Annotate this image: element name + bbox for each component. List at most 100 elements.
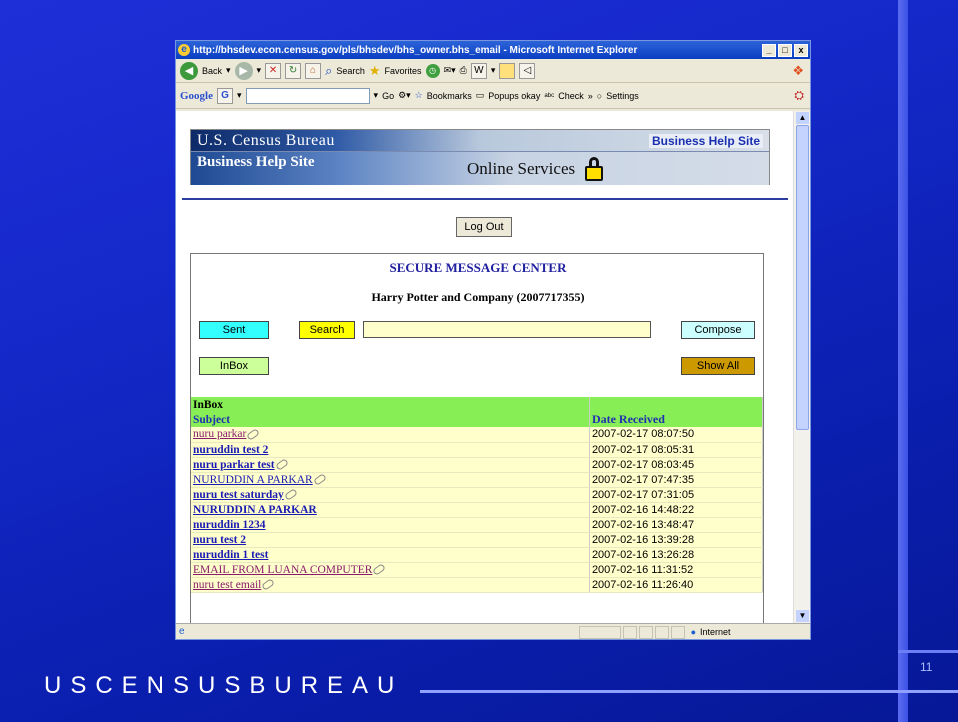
favorites-star-icon[interactable]: ★ xyxy=(369,63,381,79)
table-row[interactable]: EMAIL FROM LUANA COMPUTER 2007-02-16 11:3… xyxy=(191,562,764,578)
history-icon[interactable]: ◷ xyxy=(425,63,440,78)
paperclip-icon xyxy=(372,563,387,577)
print-icon[interactable]: ⎙ xyxy=(460,65,467,76)
message-subject-link[interactable]: nuruddin test 2 xyxy=(193,444,268,456)
google-options-icon[interactable]: ⚙▾ xyxy=(398,90,411,101)
message-subject-link[interactable]: NURUDDIN A PARKAR xyxy=(193,474,313,486)
browser-window: e http://bhsdev.econ.census.gov/pls/bhsd… xyxy=(175,40,811,640)
slide-page-number: 11 xyxy=(920,660,933,674)
google-g-menu[interactable]: G xyxy=(217,87,233,104)
table-row[interactable]: nuru test saturday 2007-02-17 07:31:05 xyxy=(191,487,764,503)
stop-icon[interactable]: ✕ xyxy=(265,62,282,79)
scroll-thumb[interactable] xyxy=(796,125,809,430)
spellcheck-icon: ᵃᵇᶜ xyxy=(544,90,555,101)
google-menu-dropdown-icon[interactable]: ▾ xyxy=(237,90,242,101)
search-button[interactable]: Search xyxy=(299,321,355,339)
message-date: 2007-02-17 07:47:35 xyxy=(589,472,764,488)
sent-button[interactable]: Sent xyxy=(199,321,269,339)
search-icon[interactable]: ⌕ xyxy=(325,63,332,79)
message-date: 2007-02-16 13:48:47 xyxy=(589,517,764,533)
back-arrow-icon[interactable]: ◀ xyxy=(180,61,198,80)
google-search-dropdown-icon[interactable]: ▾ xyxy=(374,90,379,101)
message-date: 2007-02-17 08:03:45 xyxy=(589,457,764,473)
folder-icon[interactable] xyxy=(499,62,516,79)
paperclip-icon xyxy=(246,428,261,441)
page-status-icon: e xyxy=(179,626,185,637)
table-row[interactable]: nuruddin 1234 2007-02-16 13:48:47 xyxy=(191,517,764,533)
compose-button[interactable]: Compose xyxy=(681,321,755,339)
secure-message-center: SECURE MESSAGE CENTER Harry Potter and C… xyxy=(190,253,764,623)
acrobat-icon[interactable]: ⛭ xyxy=(794,88,804,103)
maximize-button[interactable]: □ xyxy=(778,43,792,57)
google-go-button[interactable]: Go xyxy=(382,91,394,101)
message-subject-link[interactable]: EMAIL FROM LUANA COMPUTER xyxy=(193,564,372,576)
settings-radio-icon: ○ xyxy=(596,90,603,101)
refresh-icon[interactable]: ↻ xyxy=(285,62,302,79)
favorites-button[interactable]: Favorites xyxy=(385,66,422,76)
table-header-row: Subject Date Received xyxy=(191,412,764,427)
table-row[interactable]: NURUDDIN A PARKAR 2007-02-16 14:48:22 xyxy=(191,502,764,518)
vertical-scrollbar[interactable]: ▲ ▼ xyxy=(793,111,810,623)
mail-icon[interactable]: ✉▾ xyxy=(444,65,456,76)
word-icon[interactable]: W xyxy=(470,62,487,79)
lock-icon xyxy=(585,156,604,181)
logout-button[interactable]: Log Out xyxy=(456,217,512,237)
message-date: 2007-02-17 07:31:05 xyxy=(589,487,764,503)
table-row[interactable]: nuruddin test 2 2007-02-17 08:05:31 xyxy=(191,442,764,458)
inbox-section-row: InBox xyxy=(191,397,764,412)
table-row[interactable]: nuruddin 1 test 2007-02-16 13:26:28 xyxy=(191,547,764,563)
slide-decor-horizontal-line xyxy=(420,690,958,693)
edit-dropdown-icon[interactable]: ▾ xyxy=(491,65,496,76)
window-title: http://bhsdev.econ.census.gov/pls/bhsdev… xyxy=(193,44,638,56)
table-row[interactable]: nuru parkar 2007-02-17 08:07:50 xyxy=(191,427,764,443)
table-row[interactable]: nuru test email 2007-02-16 11:26:40 xyxy=(191,577,764,593)
popups-button[interactable]: Popups okay xyxy=(488,91,540,101)
message-subject-link[interactable]: nuruddin 1 test xyxy=(193,549,268,561)
more-button[interactable]: » xyxy=(588,91,593,101)
show-all-button[interactable]: Show All xyxy=(681,357,755,375)
subject-column-header: Subject xyxy=(191,412,590,427)
google-search-input[interactable] xyxy=(245,87,370,104)
message-subject-link[interactable]: nuru parkar test xyxy=(193,459,275,471)
windows-logo-icon: ❖ xyxy=(792,62,804,78)
forward-dropdown-icon[interactable]: ▾ xyxy=(257,65,262,76)
message-search-input[interactable] xyxy=(363,321,651,338)
inbox-section-label: InBox xyxy=(191,397,590,412)
bookmarks-button[interactable]: Bookmarks xyxy=(427,91,472,101)
check-button[interactable]: Check xyxy=(558,91,584,101)
back-button[interactable]: Back xyxy=(202,66,222,76)
message-subject-link[interactable]: nuru test email xyxy=(193,579,261,591)
minimize-button[interactable]: _ xyxy=(762,43,776,57)
message-subject-link[interactable]: nuru test saturday xyxy=(193,489,284,501)
back-dropdown-icon[interactable]: ▾ xyxy=(226,65,231,76)
globe-icon: ● xyxy=(690,627,696,637)
message-date: 2007-02-16 11:26:40 xyxy=(589,577,764,593)
messenger-icon[interactable]: ◁ xyxy=(519,62,536,79)
ie-toolbar: ◀ Back ▾ ▶ ▾ ✕ ↻ ⌂ ⌕ Search ★ Favorites … xyxy=(176,59,810,83)
business-help-site-link[interactable]: Business Help Site xyxy=(648,133,763,148)
message-date: 2007-02-16 13:39:28 xyxy=(589,532,764,548)
search-button[interactable]: Search xyxy=(336,66,365,76)
home-icon[interactable]: ⌂ xyxy=(305,62,322,79)
inbox-button[interactable]: InBox xyxy=(199,357,269,375)
message-subject-link[interactable]: nuru parkar xyxy=(193,428,246,440)
company-name: Harry Potter and Company (2007717355) xyxy=(371,290,585,304)
page-content: U.S. Census Bureau Business Help Site Bu… xyxy=(176,111,793,623)
message-subject-link[interactable]: nuru test 2 xyxy=(193,534,246,546)
message-date: 2007-02-16 13:26:28 xyxy=(589,547,764,563)
paperclip-icon xyxy=(261,578,276,592)
forward-arrow-icon[interactable]: ▶ xyxy=(234,61,253,80)
close-button[interactable]: x xyxy=(794,43,808,57)
table-row[interactable]: NURUDDIN A PARKAR 2007-02-17 07:47:35 xyxy=(191,472,764,488)
message-date: 2007-02-16 14:48:22 xyxy=(589,502,764,518)
scroll-down-icon[interactable]: ▼ xyxy=(796,610,809,622)
census-header-banner: U.S. Census Bureau Business Help Site Bu… xyxy=(190,129,770,185)
table-row[interactable]: nuru parkar test 2007-02-17 08:03:45 xyxy=(191,457,764,473)
message-center-title: SECURE MESSAGE CENTER xyxy=(389,260,567,275)
settings-button[interactable]: Settings xyxy=(606,91,639,101)
table-row[interactable]: nuru test 2 2007-02-16 13:39:28 xyxy=(191,532,764,548)
footer-brand: USCENSUSBUREAU xyxy=(44,672,404,699)
message-subject-link[interactable]: NURUDDIN A PARKAR xyxy=(193,504,317,516)
scroll-up-icon[interactable]: ▲ xyxy=(796,112,809,124)
message-subject-link[interactable]: nuruddin 1234 xyxy=(193,519,266,531)
